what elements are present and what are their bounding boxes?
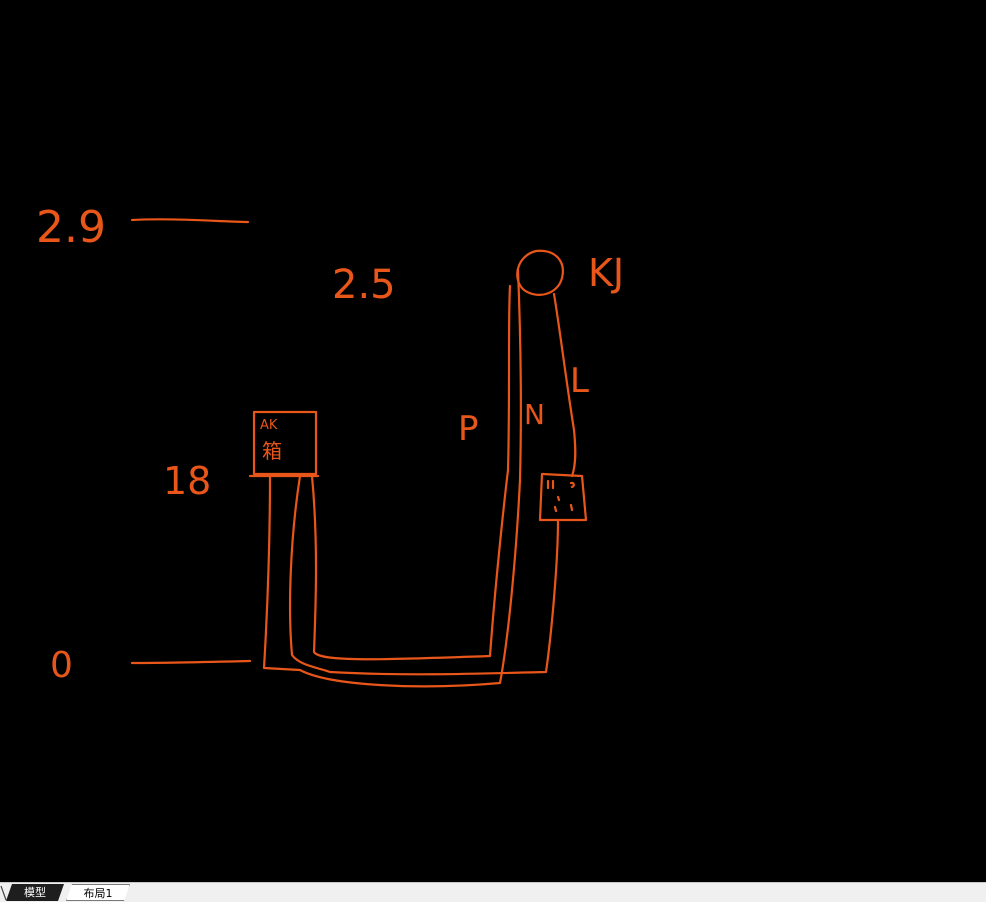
socket-box (538, 472, 588, 522)
height-label-zero: 0 (50, 645, 73, 686)
socket-marks (546, 479, 575, 513)
marker-line-top (130, 218, 250, 224)
wire-p (262, 268, 522, 688)
drawing-canvas[interactable]: 2.9 2.5 18 0 KJ L N P AK 箱 (0, 0, 986, 882)
switch-circle (516, 249, 564, 296)
sketch-svg: 2.9 2.5 18 0 KJ L N P AK 箱 (36, 202, 624, 688)
layout-tab-bar: 模型 布局1 (0, 882, 986, 902)
wire-inner (310, 284, 512, 661)
box-label-line2: 箱 (262, 439, 282, 463)
label-l: L (570, 361, 589, 401)
tab-scroll-corner-icon (0, 885, 7, 901)
tab-model[interactable]: 模型 (6, 884, 64, 901)
height-label-mid: 2.5 (332, 262, 396, 308)
label-p: P (458, 409, 479, 449)
tab-layout1[interactable]: 布局1 (66, 884, 130, 901)
label-kj: KJ (588, 251, 624, 295)
marker-line-zero (130, 659, 252, 665)
label-n: N (524, 398, 545, 431)
height-label-top: 2.9 (36, 202, 106, 253)
height-label-18: 18 (163, 459, 211, 503)
box-label-line1: AK (260, 418, 278, 433)
